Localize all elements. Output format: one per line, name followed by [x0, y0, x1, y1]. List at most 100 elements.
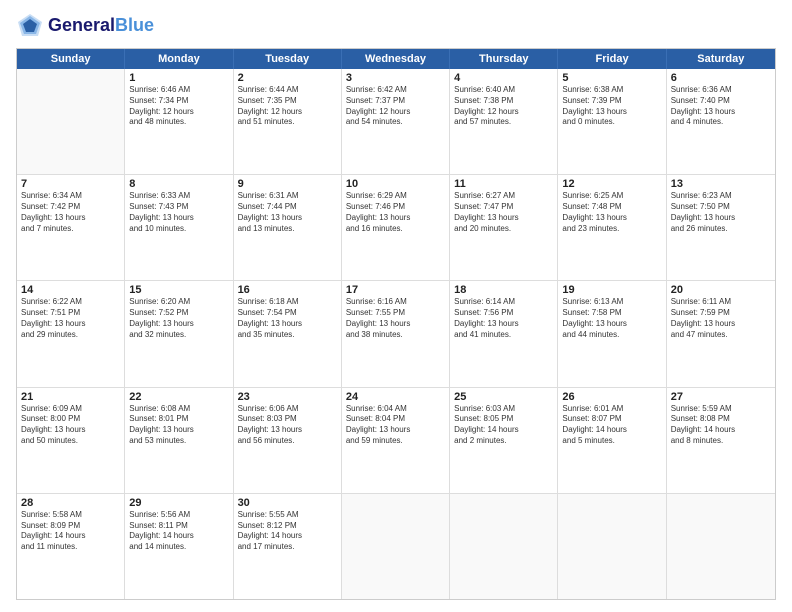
day-info: Sunrise: 6:42 AM Sunset: 7:37 PM Dayligh…	[346, 85, 445, 128]
calendar-cell-13: 13Sunrise: 6:23 AM Sunset: 7:50 PM Dayli…	[667, 175, 775, 280]
calendar-cell-5: 5Sunrise: 6:38 AM Sunset: 7:39 PM Daylig…	[558, 69, 666, 174]
day-number: 9	[238, 178, 337, 190]
day-info: Sunrise: 6:23 AM Sunset: 7:50 PM Dayligh…	[671, 191, 771, 234]
calendar-header: SundayMondayTuesdayWednesdayThursdayFrid…	[17, 49, 775, 69]
day-info: Sunrise: 5:58 AM Sunset: 8:09 PM Dayligh…	[21, 510, 120, 553]
day-number: 17	[346, 284, 445, 296]
day-info: Sunrise: 6:08 AM Sunset: 8:01 PM Dayligh…	[129, 404, 228, 447]
header: GeneralBlue	[16, 12, 776, 40]
calendar-cell-22: 22Sunrise: 6:08 AM Sunset: 8:01 PM Dayli…	[125, 388, 233, 493]
day-number: 6	[671, 72, 771, 84]
day-number: 3	[346, 72, 445, 84]
calendar-cell-28: 28Sunrise: 5:58 AM Sunset: 8:09 PM Dayli…	[17, 494, 125, 599]
calendar-cell-1: 1Sunrise: 6:46 AM Sunset: 7:34 PM Daylig…	[125, 69, 233, 174]
calendar-row-3: 14Sunrise: 6:22 AM Sunset: 7:51 PM Dayli…	[17, 281, 775, 387]
calendar-cell-empty	[17, 69, 125, 174]
day-number: 8	[129, 178, 228, 190]
calendar-cell-14: 14Sunrise: 6:22 AM Sunset: 7:51 PM Dayli…	[17, 281, 125, 386]
day-number: 29	[129, 497, 228, 509]
day-info: Sunrise: 6:03 AM Sunset: 8:05 PM Dayligh…	[454, 404, 553, 447]
weekday-header-sunday: Sunday	[17, 49, 125, 69]
day-info: Sunrise: 6:36 AM Sunset: 7:40 PM Dayligh…	[671, 85, 771, 128]
calendar-cell-12: 12Sunrise: 6:25 AM Sunset: 7:48 PM Dayli…	[558, 175, 666, 280]
day-info: Sunrise: 6:13 AM Sunset: 7:58 PM Dayligh…	[562, 297, 661, 340]
day-info: Sunrise: 6:20 AM Sunset: 7:52 PM Dayligh…	[129, 297, 228, 340]
day-info: Sunrise: 5:56 AM Sunset: 8:11 PM Dayligh…	[129, 510, 228, 553]
weekday-header-saturday: Saturday	[667, 49, 775, 69]
calendar-cell-25: 25Sunrise: 6:03 AM Sunset: 8:05 PM Dayli…	[450, 388, 558, 493]
day-info: Sunrise: 6:33 AM Sunset: 7:43 PM Dayligh…	[129, 191, 228, 234]
weekday-header-tuesday: Tuesday	[234, 49, 342, 69]
calendar-cell-11: 11Sunrise: 6:27 AM Sunset: 7:47 PM Dayli…	[450, 175, 558, 280]
calendar-cell-21: 21Sunrise: 6:09 AM Sunset: 8:00 PM Dayli…	[17, 388, 125, 493]
day-info: Sunrise: 6:04 AM Sunset: 8:04 PM Dayligh…	[346, 404, 445, 447]
calendar-cell-10: 10Sunrise: 6:29 AM Sunset: 7:46 PM Dayli…	[342, 175, 450, 280]
calendar-body: 1Sunrise: 6:46 AM Sunset: 7:34 PM Daylig…	[17, 69, 775, 599]
day-number: 7	[21, 178, 120, 190]
calendar-cell-empty	[558, 494, 666, 599]
weekday-header-friday: Friday	[558, 49, 666, 69]
calendar-row-1: 1Sunrise: 6:46 AM Sunset: 7:34 PM Daylig…	[17, 69, 775, 175]
day-number: 18	[454, 284, 553, 296]
day-info: Sunrise: 6:29 AM Sunset: 7:46 PM Dayligh…	[346, 191, 445, 234]
calendar-cell-26: 26Sunrise: 6:01 AM Sunset: 8:07 PM Dayli…	[558, 388, 666, 493]
page: GeneralBlue SundayMondayTuesdayWednesday…	[0, 0, 792, 612]
calendar-cell-29: 29Sunrise: 5:56 AM Sunset: 8:11 PM Dayli…	[125, 494, 233, 599]
day-number: 23	[238, 391, 337, 403]
weekday-header-monday: Monday	[125, 49, 233, 69]
calendar-cell-30: 30Sunrise: 5:55 AM Sunset: 8:12 PM Dayli…	[234, 494, 342, 599]
day-info: Sunrise: 5:55 AM Sunset: 8:12 PM Dayligh…	[238, 510, 337, 553]
day-number: 14	[21, 284, 120, 296]
day-info: Sunrise: 6:14 AM Sunset: 7:56 PM Dayligh…	[454, 297, 553, 340]
day-number: 24	[346, 391, 445, 403]
day-info: Sunrise: 5:59 AM Sunset: 8:08 PM Dayligh…	[671, 404, 771, 447]
calendar-row-5: 28Sunrise: 5:58 AM Sunset: 8:09 PM Dayli…	[17, 494, 775, 599]
calendar-cell-empty	[667, 494, 775, 599]
day-number: 13	[671, 178, 771, 190]
day-info: Sunrise: 6:27 AM Sunset: 7:47 PM Dayligh…	[454, 191, 553, 234]
day-number: 4	[454, 72, 553, 84]
day-number: 16	[238, 284, 337, 296]
day-info: Sunrise: 6:34 AM Sunset: 7:42 PM Dayligh…	[21, 191, 120, 234]
calendar-cell-6: 6Sunrise: 6:36 AM Sunset: 7:40 PM Daylig…	[667, 69, 775, 174]
logo: GeneralBlue	[16, 12, 154, 40]
day-info: Sunrise: 6:11 AM Sunset: 7:59 PM Dayligh…	[671, 297, 771, 340]
calendar-cell-27: 27Sunrise: 5:59 AM Sunset: 8:08 PM Dayli…	[667, 388, 775, 493]
day-info: Sunrise: 6:22 AM Sunset: 7:51 PM Dayligh…	[21, 297, 120, 340]
day-number: 2	[238, 72, 337, 84]
day-info: Sunrise: 6:31 AM Sunset: 7:44 PM Dayligh…	[238, 191, 337, 234]
calendar-row-4: 21Sunrise: 6:09 AM Sunset: 8:00 PM Dayli…	[17, 388, 775, 494]
calendar-cell-18: 18Sunrise: 6:14 AM Sunset: 7:56 PM Dayli…	[450, 281, 558, 386]
day-number: 26	[562, 391, 661, 403]
calendar-cell-15: 15Sunrise: 6:20 AM Sunset: 7:52 PM Dayli…	[125, 281, 233, 386]
calendar-cell-24: 24Sunrise: 6:04 AM Sunset: 8:04 PM Dayli…	[342, 388, 450, 493]
day-number: 19	[562, 284, 661, 296]
day-info: Sunrise: 6:46 AM Sunset: 7:34 PM Dayligh…	[129, 85, 228, 128]
calendar-cell-19: 19Sunrise: 6:13 AM Sunset: 7:58 PM Dayli…	[558, 281, 666, 386]
weekday-header-thursday: Thursday	[450, 49, 558, 69]
calendar-row-2: 7Sunrise: 6:34 AM Sunset: 7:42 PM Daylig…	[17, 175, 775, 281]
logo-icon	[16, 12, 44, 40]
calendar: SundayMondayTuesdayWednesdayThursdayFrid…	[16, 48, 776, 600]
day-info: Sunrise: 6:25 AM Sunset: 7:48 PM Dayligh…	[562, 191, 661, 234]
weekday-header-wednesday: Wednesday	[342, 49, 450, 69]
day-number: 11	[454, 178, 553, 190]
calendar-cell-17: 17Sunrise: 6:16 AM Sunset: 7:55 PM Dayli…	[342, 281, 450, 386]
day-number: 21	[21, 391, 120, 403]
day-number: 28	[21, 497, 120, 509]
day-info: Sunrise: 6:38 AM Sunset: 7:39 PM Dayligh…	[562, 85, 661, 128]
day-number: 22	[129, 391, 228, 403]
day-info: Sunrise: 6:40 AM Sunset: 7:38 PM Dayligh…	[454, 85, 553, 128]
day-info: Sunrise: 6:06 AM Sunset: 8:03 PM Dayligh…	[238, 404, 337, 447]
day-info: Sunrise: 6:09 AM Sunset: 8:00 PM Dayligh…	[21, 404, 120, 447]
day-number: 5	[562, 72, 661, 84]
day-number: 1	[129, 72, 228, 84]
calendar-cell-9: 9Sunrise: 6:31 AM Sunset: 7:44 PM Daylig…	[234, 175, 342, 280]
day-number: 20	[671, 284, 771, 296]
calendar-cell-16: 16Sunrise: 6:18 AM Sunset: 7:54 PM Dayli…	[234, 281, 342, 386]
calendar-cell-20: 20Sunrise: 6:11 AM Sunset: 7:59 PM Dayli…	[667, 281, 775, 386]
day-info: Sunrise: 6:18 AM Sunset: 7:54 PM Dayligh…	[238, 297, 337, 340]
day-info: Sunrise: 6:44 AM Sunset: 7:35 PM Dayligh…	[238, 85, 337, 128]
calendar-cell-3: 3Sunrise: 6:42 AM Sunset: 7:37 PM Daylig…	[342, 69, 450, 174]
calendar-cell-2: 2Sunrise: 6:44 AM Sunset: 7:35 PM Daylig…	[234, 69, 342, 174]
